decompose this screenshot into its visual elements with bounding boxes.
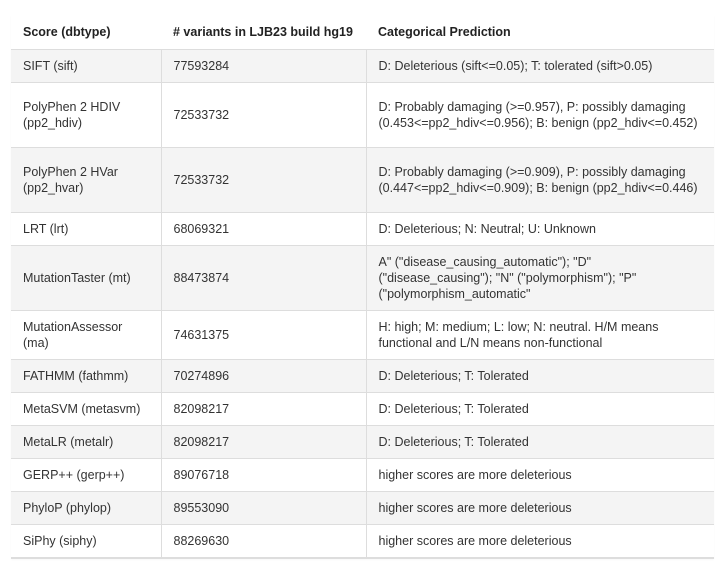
score-table: Score (dbtype) # variants in LJB23 build… xyxy=(11,15,714,558)
table-header: Score (dbtype) # variants in LJB23 build… xyxy=(11,15,714,50)
header-row: Score (dbtype) # variants in LJB23 build… xyxy=(11,15,714,50)
cell-score: SiPhy (siphy) xyxy=(11,524,161,558)
cell-prediction: D: Deleterious; T: Tolerated xyxy=(365,392,714,426)
table-row: FATHMM (fathmm) 70274896 D: Deleterious;… xyxy=(11,359,714,393)
cell-variants: 82098217 xyxy=(160,392,366,426)
cell-variants: 82098217 xyxy=(160,425,366,459)
score-table-container: Score (dbtype) # variants in LJB23 build… xyxy=(11,15,714,559)
cell-score: SIFT (sift) xyxy=(11,49,161,83)
cell-variants: 77593284 xyxy=(160,49,366,83)
table-row: GERP++ (gerp++) 89076718 higher scores a… xyxy=(11,458,714,492)
cell-prediction: D: Deleterious; N: Neutral; U: Unknown xyxy=(365,212,714,246)
cell-prediction: D: Deleterious; T: Tolerated xyxy=(365,359,714,393)
cell-variants: 89553090 xyxy=(160,491,366,525)
table-row: MutationAssessor (ma) 74631375 H: high; … xyxy=(11,310,714,360)
cell-variants: 89076718 xyxy=(160,458,366,492)
cell-prediction: higher scores are more deleterious xyxy=(365,524,714,558)
table-row: SIFT (sift) 77593284 D: Deleterious (sif… xyxy=(11,49,714,83)
cell-prediction: D: Deleterious (sift<=0.05); T: tolerate… xyxy=(365,49,714,83)
table-row: MetaSVM (metasvm) 82098217 D: Deleteriou… xyxy=(11,392,714,426)
table-row: MetaLR (metalr) 82098217 D: Deleterious;… xyxy=(11,425,714,459)
cell-score: MetaLR (metalr) xyxy=(11,425,161,459)
table-row: PhyloP (phylop) 89553090 higher scores a… xyxy=(11,491,714,525)
table-row: SiPhy (siphy) 88269630 higher scores are… xyxy=(11,524,714,558)
cell-score: MetaSVM (metasvm) xyxy=(11,392,161,426)
cell-score: GERP++ (gerp++) xyxy=(11,458,161,492)
cell-prediction: A" ("disease_causing_automatic"); "D" ("… xyxy=(365,245,714,311)
cell-prediction: higher scores are more deleterious xyxy=(365,491,714,525)
table-row: MutationTaster (mt) 88473874 A" ("diseas… xyxy=(11,245,714,311)
cell-score: FATHMM (fathmm) xyxy=(11,359,161,393)
cell-variants: 74631375 xyxy=(160,310,366,360)
cell-score: PhyloP (phylop) xyxy=(11,491,161,525)
cell-variants: 88269630 xyxy=(160,524,366,558)
cell-score: LRT (lrt) xyxy=(11,212,161,246)
cell-prediction: D: Deleterious; T: Tolerated xyxy=(365,425,714,459)
cell-prediction: H: high; M: medium; L: low; N: neutral. … xyxy=(365,310,714,360)
table-row: PolyPhen 2 HVar (pp2_hvar) 72533732 D: P… xyxy=(11,147,714,213)
cell-score: PolyPhen 2 HDIV (pp2_hdiv) xyxy=(11,82,161,148)
cell-variants: 72533732 xyxy=(160,82,366,148)
cell-score: MutationAssessor (ma) xyxy=(11,310,161,360)
cell-score: MutationTaster (mt) xyxy=(11,245,161,311)
cell-variants: 70274896 xyxy=(160,359,366,393)
table-row: LRT (lrt) 68069321 D: Deleterious; N: Ne… xyxy=(11,212,714,246)
header-variants: # variants in LJB23 build hg19 xyxy=(161,15,366,50)
table-row: PolyPhen 2 HDIV (pp2_hdiv) 72533732 D: P… xyxy=(11,82,714,148)
cell-variants: 88473874 xyxy=(160,245,366,311)
cell-variants: 68069321 xyxy=(160,212,366,246)
cell-prediction: D: Probably damaging (>=0.957), P: possi… xyxy=(365,82,714,148)
cell-prediction: D: Probably damaging (>=0.909), P: possi… xyxy=(365,147,714,213)
cell-variants: 72533732 xyxy=(160,147,366,213)
cell-prediction: higher scores are more deleterious xyxy=(365,458,714,492)
header-prediction: Categorical Prediction xyxy=(366,15,714,50)
table-body: SIFT (sift) 77593284 D: Deleterious (sif… xyxy=(11,49,714,558)
cell-score: PolyPhen 2 HVar (pp2_hvar) xyxy=(11,147,161,213)
header-score: Score (dbtype) xyxy=(11,15,161,50)
